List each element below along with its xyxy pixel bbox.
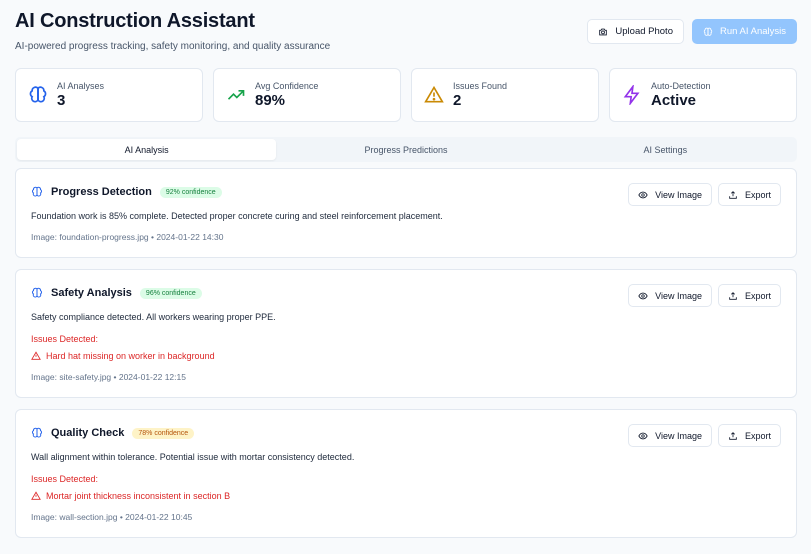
analysis-card: Safety Analysis 96% confidence Safety co… <box>15 269 797 398</box>
export-button[interactable]: Export <box>717 424 781 447</box>
upload-photo-label: Upload Photo <box>615 26 673 37</box>
eye-icon <box>638 191 648 198</box>
brain-icon <box>31 287 43 298</box>
confidence-badge: 78% confidence <box>132 427 195 439</box>
warning-icon <box>31 491 41 500</box>
stat-card-issues-found: Issues Found 2 <box>411 68 599 122</box>
card-title: Quality Check <box>51 427 125 439</box>
stats-row: AI Analyses 3 Avg Confidence 89% Issues … <box>15 68 797 122</box>
header-actions: Upload Photo Run AI Analysis <box>587 19 797 44</box>
card-header: Safety Analysis 96% confidence <box>31 287 202 299</box>
export-label: Export <box>744 290 771 301</box>
confidence-badge: 96% confidence <box>139 287 202 299</box>
page-header: AI Construction Assistant AI-powered pro… <box>15 10 797 60</box>
brain-icon <box>31 186 43 197</box>
view-image-button[interactable]: View Image <box>628 284 712 307</box>
view-image-button[interactable]: View Image <box>628 424 712 447</box>
analysis-card: Progress Detection 92% confidence Founda… <box>15 168 797 258</box>
page-subtitle: AI-powered progress tracking, safety mon… <box>15 41 331 52</box>
warning-icon <box>31 351 41 360</box>
export-button[interactable]: Export <box>717 284 781 307</box>
stat-label: Issues Found <box>453 81 508 91</box>
view-image-label: View Image <box>655 430 702 441</box>
card-header: Quality Check 78% confidence <box>31 427 195 439</box>
card-actions: View Image Export <box>628 284 781 307</box>
upload-icon <box>729 431 737 440</box>
tab-ai-settings[interactable]: AI Settings <box>536 139 795 160</box>
camera-icon <box>599 28 608 35</box>
card-actions: View Image Export <box>628 183 781 206</box>
card-description: Wall alignment within tolerance. Potenti… <box>31 452 355 462</box>
stat-label: Auto-Detection <box>651 81 711 91</box>
card-actions: View Image Export <box>628 424 781 447</box>
image-meta: Image: wall-section.jpg • 2024-01-22 10:… <box>31 512 193 522</box>
view-image-label: View Image <box>655 189 702 200</box>
eye-icon <box>638 292 648 299</box>
view-image-button[interactable]: View Image <box>628 183 712 206</box>
brain-icon <box>31 427 43 438</box>
stat-value: Active <box>651 92 697 109</box>
upload-photo-button[interactable]: Upload Photo <box>587 19 684 44</box>
eye-icon <box>638 432 648 439</box>
card-title: Safety Analysis <box>51 287 132 299</box>
issue-text: Mortar joint thickness inconsistent in s… <box>46 491 231 501</box>
brain-icon <box>29 86 47 103</box>
stat-label: AI Analyses <box>57 81 105 91</box>
stat-card-ai-analyses: AI Analyses 3 <box>15 68 203 122</box>
stat-card-auto-detection: Auto-Detection Active <box>609 68 797 122</box>
image-meta: Image: foundation-progress.jpg • 2024-01… <box>31 232 224 242</box>
stat-label: Avg Confidence <box>255 81 319 91</box>
card-description: Safety compliance detected. All workers … <box>31 312 276 322</box>
tab-ai-analysis[interactable]: AI Analysis <box>17 139 277 160</box>
stat-value: 89% <box>255 92 286 109</box>
stat-value: 2 <box>453 92 462 109</box>
confidence-badge: 92% confidence <box>159 186 222 198</box>
card-description: Foundation work is 85% complete. Detecte… <box>31 211 443 221</box>
tab-bar: AI Analysis Progress Predictions AI Sett… <box>15 137 797 162</box>
upload-icon <box>729 291 737 300</box>
issues-label: Issues Detected: <box>31 474 99 484</box>
card-header: Progress Detection 92% confidence <box>31 186 222 198</box>
issue-item: Hard hat missing on worker in background <box>31 351 215 361</box>
tab-progress-predictions[interactable]: Progress Predictions <box>276 139 535 160</box>
analysis-card: Quality Check 78% confidence Wall alignm… <box>15 409 797 538</box>
issue-text: Hard hat missing on worker in background <box>46 351 215 361</box>
export-label: Export <box>744 189 771 200</box>
run-ai-analysis-label: Run AI Analysis <box>719 26 786 37</box>
export-label: Export <box>744 430 771 441</box>
run-ai-analysis-button[interactable]: Run AI Analysis <box>691 19 797 44</box>
stat-card-avg-confidence: Avg Confidence 89% <box>213 68 401 122</box>
warning-icon <box>424 85 444 103</box>
export-button[interactable]: Export <box>717 183 781 206</box>
issue-item: Mortar joint thickness inconsistent in s… <box>31 491 230 501</box>
card-title: Progress Detection <box>51 186 152 198</box>
upload-icon <box>729 190 737 199</box>
issues-label: Issues Detected: <box>31 334 99 344</box>
image-meta: Image: site-safety.jpg • 2024-01-22 12:1… <box>31 372 186 382</box>
trending-up-icon <box>227 90 245 100</box>
stat-value: 3 <box>57 92 66 109</box>
brain-icon <box>703 27 713 36</box>
lightning-icon <box>623 85 640 105</box>
view-image-label: View Image <box>655 290 702 301</box>
